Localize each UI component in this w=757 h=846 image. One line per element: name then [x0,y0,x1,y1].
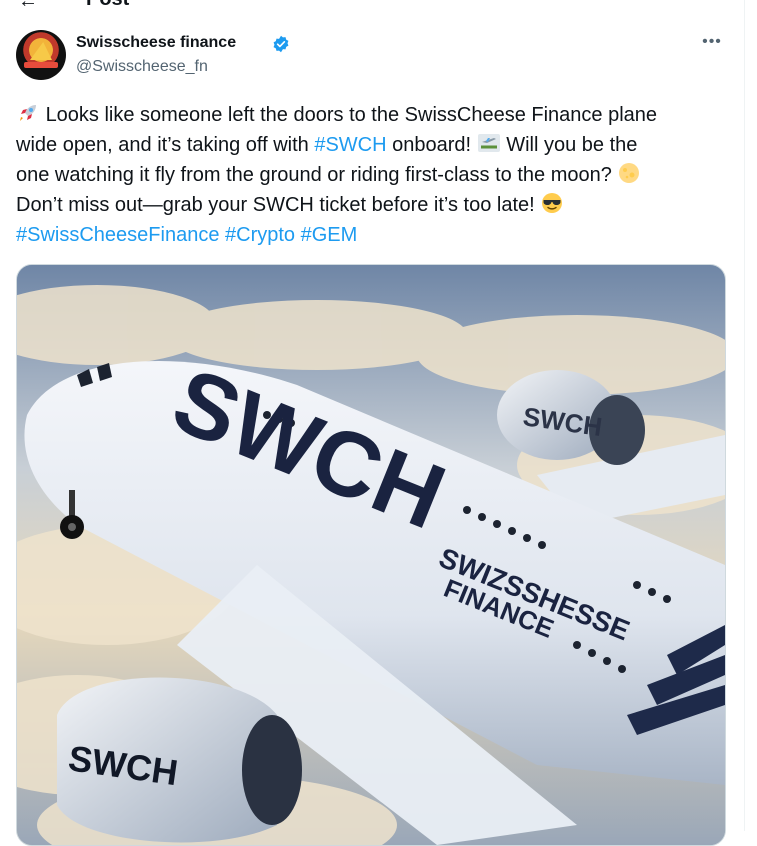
tweet-line-2-text-c: Will you be the [500,134,638,156]
tweet-line-2: wide open, and it’s taking off with #SWC… [16,130,726,160]
logo-band [24,62,58,68]
tweet-line-1-text: Looks like someone left the doors to the… [45,104,658,126]
author-handle[interactable]: @Swisscheese_fn [76,58,208,76]
sunglasses-icon [542,193,563,213]
tweet-line-3: one watching it fly from the ground or r… [16,160,726,190]
verified-badge-icon [273,35,289,53]
tweet-line-2-text-b: onboard! [386,134,477,156]
tweet-line-1: Looks like someone left the doors to the… [16,100,726,130]
author-display-name[interactable]: Swisscheese finance [76,34,236,52]
back-arrow-icon[interactable]: ← [18,0,38,13]
hashtag-gem[interactable]: #GEM [301,224,358,246]
tweet-image[interactable]: SWCH SWCH SWIZSSHESSE FINANCE SWCH [16,264,726,846]
tweet-line-2-text-a: wide open, and it’s taking off with [16,134,315,156]
tweet-hashtags: #SwissCheeseFinance #Crypto #GEM [16,220,726,250]
hashtag-swisscheesefinance[interactable]: #SwissCheeseFinance [16,224,219,246]
tweet-line-4-text: Don’t miss out—grab your SWCH ticket bef… [16,194,541,216]
hashtag-swch[interactable]: #SWCH [314,134,386,156]
column-divider [744,0,745,831]
avatar[interactable] [16,30,66,80]
more-icon[interactable]: ••• [700,30,724,54]
rocket-icon [20,105,36,121]
page-title: Post [86,0,129,11]
airplane-illustration: SWCH SWCH SWIZSSHESSE FINANCE SWCH [17,265,725,845]
cheese-logo-icon [30,42,52,60]
hashtag-crypto[interactable]: #Crypto [225,224,295,246]
tweet-text: Looks like someone left the doors to the… [16,100,726,250]
tweet-line-3-text: one watching it fly from the ground or r… [16,164,618,186]
moon-icon [619,163,640,183]
airplane-icon [477,134,500,152]
tweet-line-4: Don’t miss out—grab your SWCH ticket bef… [16,190,726,220]
